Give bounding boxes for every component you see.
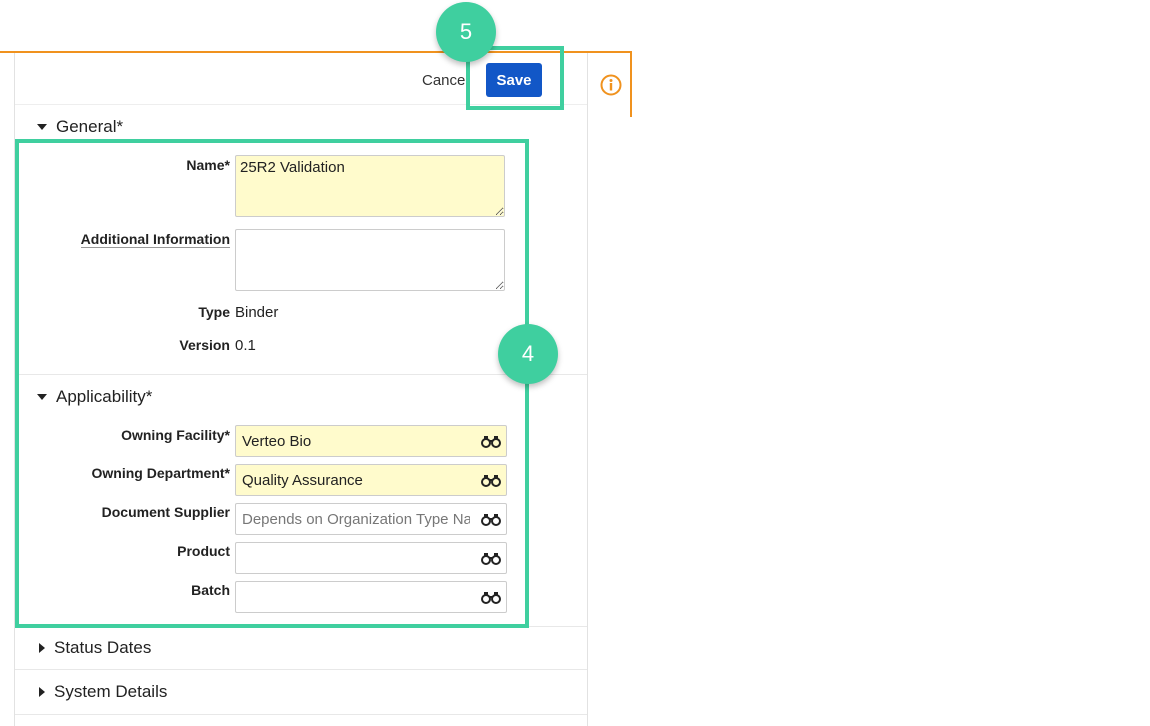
step-5-callout: 5 xyxy=(436,2,496,62)
side-accent-line xyxy=(630,51,632,117)
cancel-button[interactable]: Cancel xyxy=(422,72,469,89)
section-status-dates-title: Status Dates xyxy=(54,638,152,657)
info-circle-icon[interactable] xyxy=(600,74,622,96)
section-status-dates-toggle[interactable]: Status Dates xyxy=(37,638,151,658)
section-divider xyxy=(15,714,587,715)
highlight-form-fields xyxy=(15,139,529,628)
section-divider xyxy=(15,669,587,670)
caret-down-icon xyxy=(37,124,47,130)
step-4-callout: 4 xyxy=(498,324,558,384)
caret-right-icon xyxy=(39,643,45,653)
caret-right-icon xyxy=(39,687,45,697)
section-system-details-title: System Details xyxy=(54,682,168,701)
section-system-details-toggle[interactable]: System Details xyxy=(37,682,167,702)
section-general-title: General* xyxy=(56,117,124,136)
section-general-toggle[interactable]: General* xyxy=(37,117,123,137)
